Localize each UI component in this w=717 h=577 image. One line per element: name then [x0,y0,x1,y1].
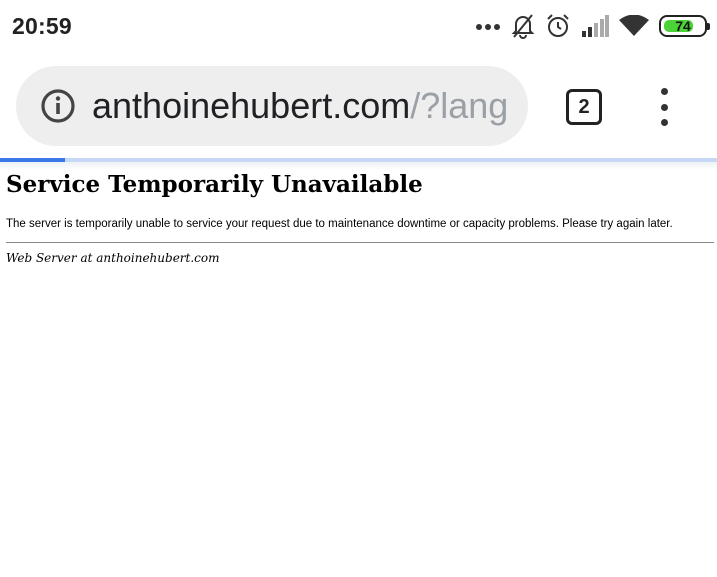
page-title: Service Temporarily Unavailable [6,171,423,198]
battery-cap [707,23,710,30]
browser-toolbar: anthoinehubert.com/?lang 2 [0,52,717,158]
battery-icon: 74 [659,15,710,37]
page-content: Service Temporarily Unavailable The serv… [0,162,717,265]
status-bar: 20:59 74 [0,0,717,52]
status-icons: 74 [475,12,710,40]
server-signature: Web Server at anthoinehubert.com [6,251,220,265]
info-icon[interactable] [40,88,76,124]
url-host: anthoinehubert.com [92,85,411,126]
url-text[interactable]: anthoinehubert.com/?lang [92,84,524,128]
url-path: /?lang [410,85,509,126]
more-vert-icon[interactable] [650,88,678,126]
battery-level: 74 [675,18,691,34]
bell-off-icon [511,14,535,39]
cell-signal-icon [582,15,609,37]
tab-switcher-button[interactable]: 2 [566,89,602,125]
more-dots-icon [476,24,500,30]
wifi-icon [619,15,649,36]
alarm-clock-icon [547,14,569,37]
status-time: 20:59 [12,13,72,39]
error-message: The server is temporarily unable to serv… [6,218,673,230]
address-bar[interactable]: anthoinehubert.com/?lang [16,66,528,146]
menu-dot [660,103,668,111]
menu-dot [660,88,668,95]
divider [6,242,714,243]
menu-dot [660,119,668,126]
